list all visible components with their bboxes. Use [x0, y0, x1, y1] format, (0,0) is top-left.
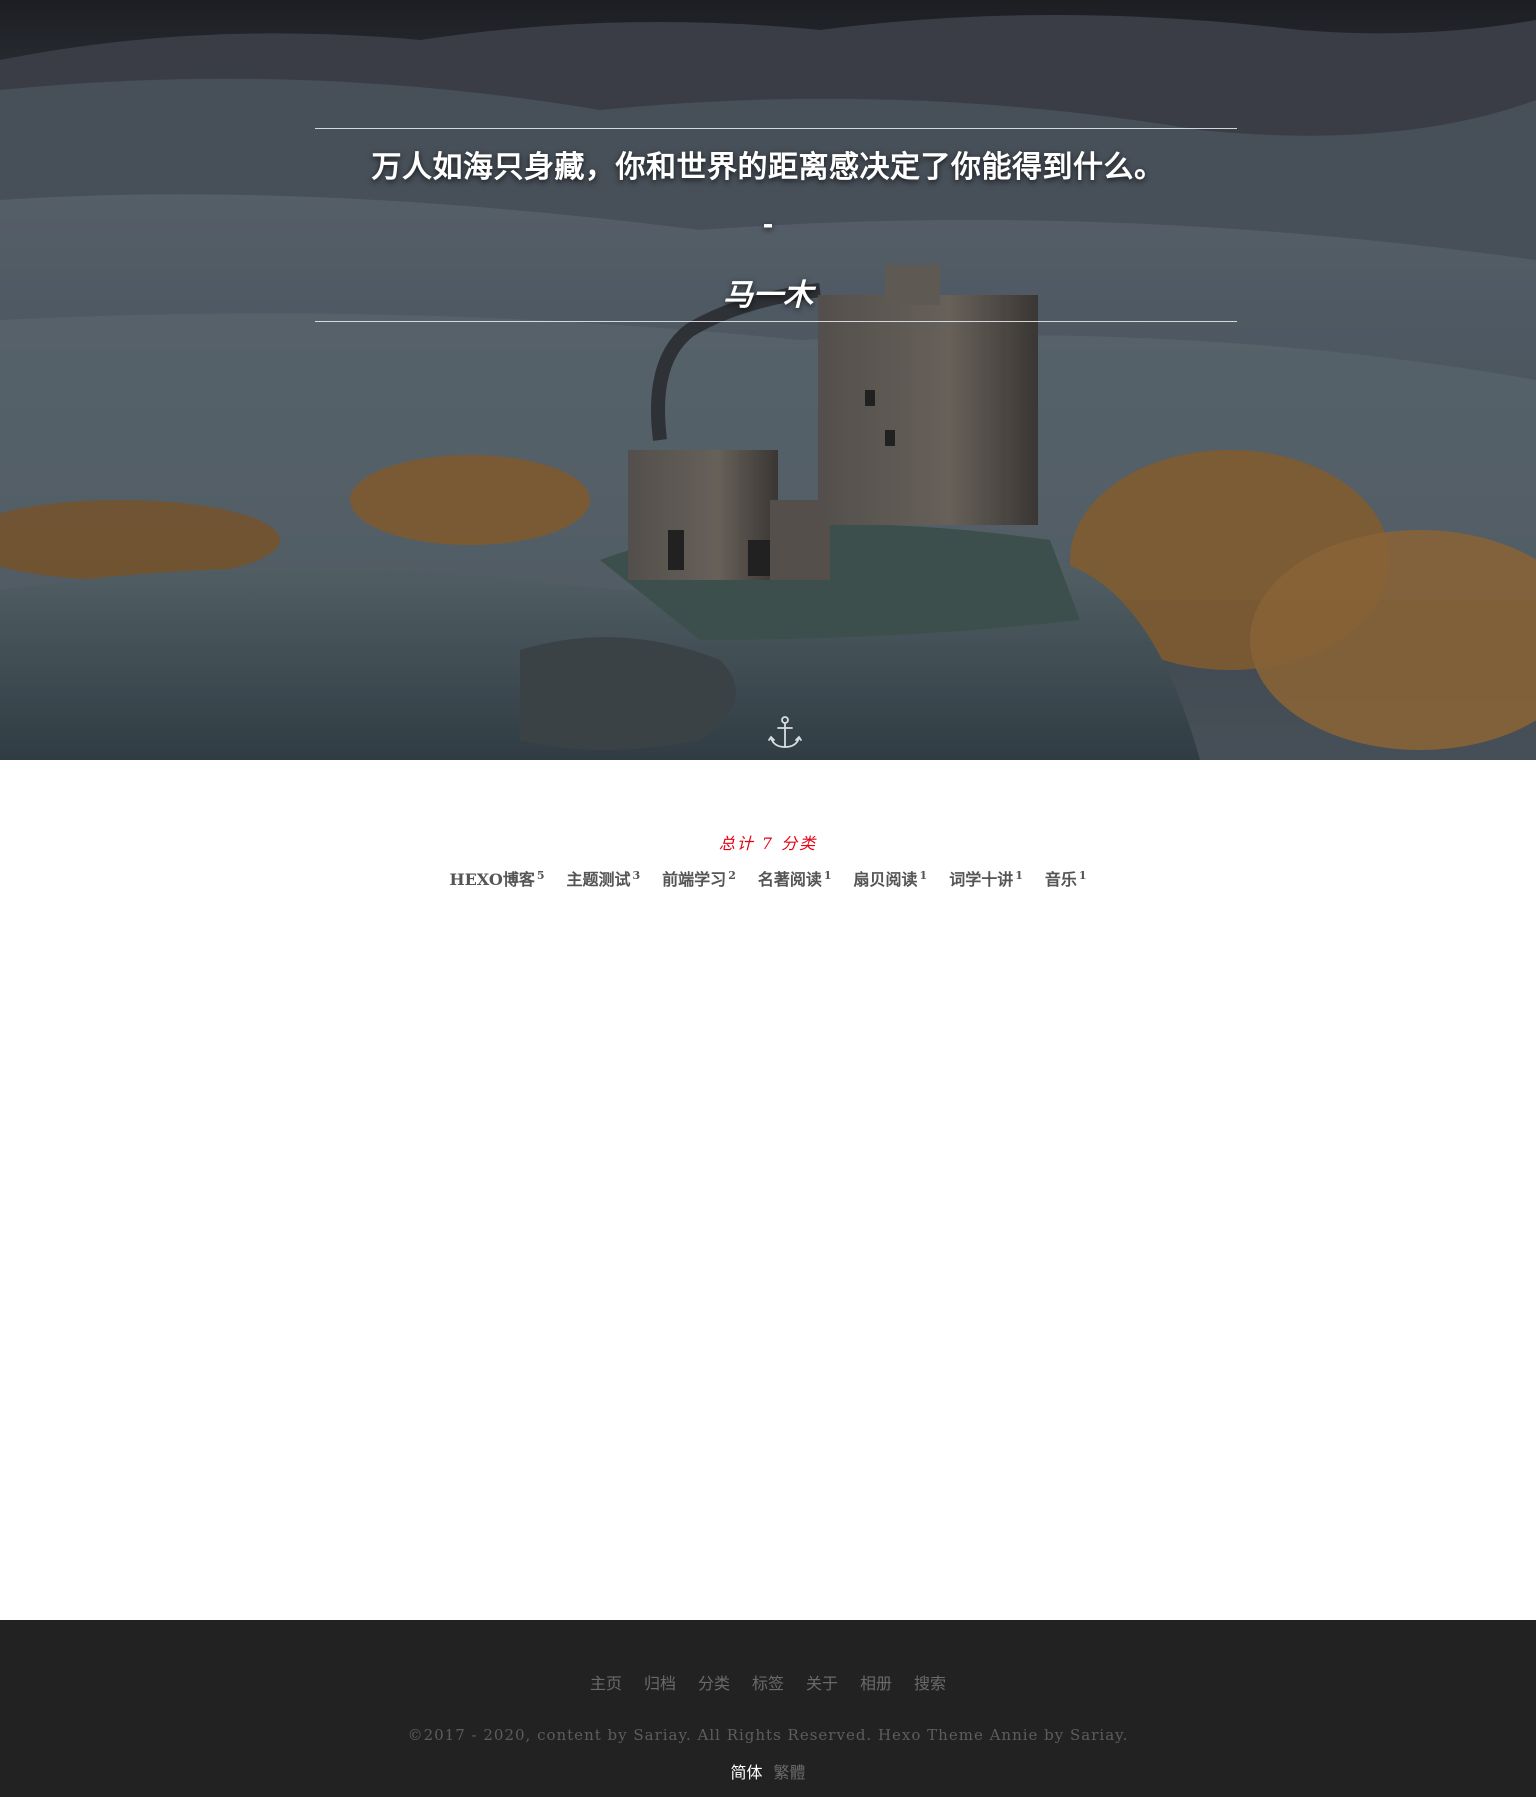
quote-author: 马一木: [723, 278, 813, 313]
category-count: 1: [919, 868, 928, 882]
quote-bottom-rule: [315, 321, 1237, 322]
category-total: 总计 7 分类: [718, 834, 818, 853]
category-ci-lectures[interactable]: 词学十讲 1: [949, 866, 1023, 890]
language-switcher: 简体 繁體: [0, 1759, 1536, 1783]
hero-quote: 万人如海只身藏，你和世界的距离感决定了你能得到什么。: [371, 150, 1165, 185]
footer-link-categories[interactable]: 分类: [698, 1670, 730, 1694]
category-theme-test[interactable]: 主题测试 3: [567, 866, 641, 890]
quote-dash: -: [762, 210, 774, 240]
page-footer: 主页 归档 分类 标签 关于 相册 搜索 ©2017 - 2020, conte…: [0, 1620, 1536, 1797]
hero-banner: 万人如海只身藏，你和世界的距离感决定了你能得到什么。 - 马一木: [0, 0, 1536, 760]
quote-top-rule: [315, 128, 1237, 129]
footer-link-search[interactable]: 搜索: [914, 1670, 946, 1694]
footer-link-home[interactable]: 主页: [590, 1670, 622, 1694]
footer-nav: 主页 归档 分类 标签 关于 相册 搜索: [0, 1670, 1536, 1694]
anchor-icon[interactable]: [766, 714, 804, 752]
category-music[interactable]: 音乐 1: [1045, 866, 1087, 890]
category-shanbay[interactable]: 扇贝阅读 1: [854, 866, 928, 890]
footer-copyright: ©2017 - 2020, content by Sariay. All Rig…: [407, 1726, 1129, 1744]
lang-simplified[interactable]: 简体: [730, 1763, 762, 1782]
footer-link-gallery[interactable]: 相册: [860, 1670, 892, 1694]
footer-link-archive[interactable]: 归档: [644, 1670, 676, 1694]
footer-link-about[interactable]: 关于: [806, 1670, 838, 1694]
category-count: 1: [1015, 868, 1023, 882]
category-count: 1: [1078, 868, 1087, 882]
category-list: HEXO博客 5 主题测试 3 前端学习 2 名著阅读 1 扇贝阅读 1 词学十讲 1 音乐…: [0, 866, 1536, 890]
category-frontend[interactable]: 前端学习 2: [662, 866, 736, 890]
category-count: 5: [536, 868, 545, 882]
category-count: 2: [728, 868, 736, 882]
lang-traditional[interactable]: 繁體: [774, 1763, 806, 1782]
category-classics[interactable]: 名著阅读 1: [758, 866, 832, 890]
category-hexo-blog[interactable]: HEXO博客 5: [449, 866, 544, 890]
category-count: 1: [823, 868, 832, 882]
footer-link-tags[interactable]: 标签: [752, 1670, 784, 1694]
category-count: 3: [632, 868, 641, 882]
